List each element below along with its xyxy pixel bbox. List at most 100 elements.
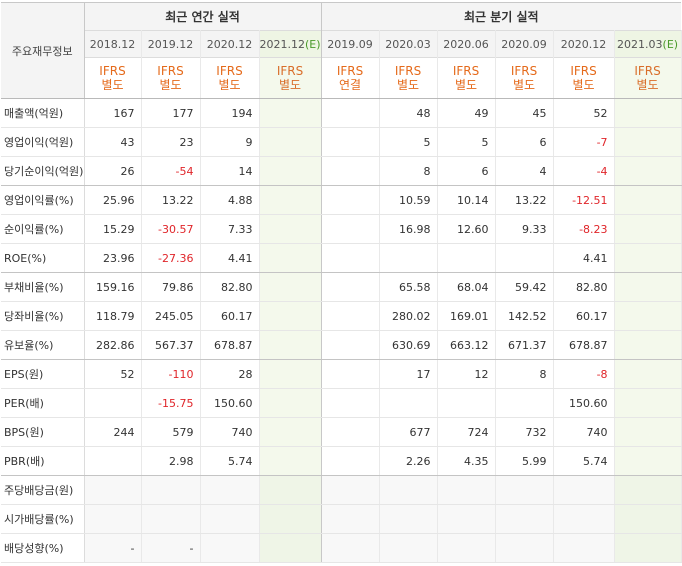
value-cell: -4 [553,156,615,186]
table-row: 영업이익률(%) 25.96 13.22 4.88 10.59 10.14 13.22 -12… [1,185,682,215]
period-header-row: 2018.12 2019.12 2020.12 2021.12(E) 2019.09 20… [1,30,682,58]
value-cell: 677 [379,417,438,447]
statement-type: 별도 [513,78,536,92]
table-row: 시가배당률(%) [1,504,682,534]
value-cell: 17 [379,359,438,389]
period-label: 2021.03 [617,37,663,51]
value-cell: 16.98 [379,214,438,244]
value-cell: 26 [84,156,142,186]
accounting-standard-cell: IFRS 별도 [259,57,322,99]
statement-type: 별도 [218,78,241,92]
value-cell [614,301,682,331]
value-cell: 6 [437,156,496,186]
value-cell: 52 [553,98,615,128]
period-header-2020-12: 2020.12 [553,30,615,58]
period-header-2021-12: 2021.12(E) [259,30,322,58]
value-cell: 59.42 [495,272,554,302]
table-row: PER(배) -15.75 150.60 150.60 [1,388,682,418]
value-cell: 724 [437,417,496,447]
standard-type: IFRS [634,64,661,78]
value-cell [495,504,554,534]
value-cell [614,127,682,157]
value-cell: 9.33 [495,214,554,244]
value-cell: 280.02 [379,301,438,331]
value-cell: 28 [200,359,260,389]
table-row: 배당성향(%) - - [1,533,682,563]
value-cell: -8.23 [553,214,615,244]
financial-summary-table: 주요재무정보 최근 연간 실적 최근 분기 실적 2018.12 2019.12 2… [1,2,682,563]
value-cell [259,388,322,418]
table-row: 순이익률(%) 15.29 -30.57 7.33 16.98 12.60 9.33 -8.2… [1,214,682,244]
standard-type: IFRS [510,64,538,78]
value-cell: 5 [437,127,496,157]
standard-type: IFRS [452,64,480,78]
value-cell: 678.87 [553,330,615,360]
value-cell: -8 [553,359,615,389]
value-cell: 23 [141,127,201,157]
value-cell [321,98,380,128]
standard-type: IFRS [157,64,184,78]
standard-type: IFRS [276,64,304,78]
value-cell: 6 [495,127,554,157]
value-cell [437,504,496,534]
row-label: 시가배당률(%) [1,504,85,534]
value-cell: 579 [141,417,201,447]
value-cell [321,127,380,157]
value-cell [495,388,554,418]
value-cell: 167 [84,98,142,128]
value-cell: 13.22 [141,185,201,215]
value-cell: 8 [379,156,438,186]
value-cell [321,388,380,418]
table-row: PBR(배) 2.98 5.74 2.26 4.35 5.99 5.74 [1,446,682,476]
statement-type: 별도 [572,78,595,92]
value-cell [614,388,682,418]
value-cell [321,417,380,447]
value-cell [614,214,682,244]
period-header-2021-03: 2021.03(E) [614,30,682,58]
value-cell: - [84,533,142,563]
row-label: 영업이익률(%) [1,185,85,215]
value-cell: 169.01 [437,301,496,331]
value-cell [614,272,682,302]
table-row: 영업이익(억원) 43 23 9 5 5 6 -7 [1,127,682,157]
row-label: 당좌비율(%) [1,301,85,331]
standard-type: IFRS [216,64,243,78]
value-cell: 14 [200,156,260,186]
period-header-2020-06: 2020.06 [437,30,496,58]
value-cell: 4.35 [437,446,496,476]
value-cell [141,475,201,505]
value-cell: 65.58 [379,272,438,302]
value-cell [614,504,682,534]
value-cell [437,243,496,273]
value-cell: 5.99 [495,446,554,476]
value-cell: 2.98 [141,446,201,476]
value-cell [259,98,322,128]
value-cell [259,156,322,186]
period-label: 2018.12 [89,37,136,51]
statement-type: 별도 [101,78,124,92]
statement-type: 별도 [278,78,302,92]
value-cell [379,475,438,505]
value-cell [321,214,380,244]
period-header-2020-03: 2020.03 [379,30,438,58]
value-cell: 150.60 [553,388,615,418]
accounting-standard-cell: IFRS 별도 [495,57,554,99]
value-cell: -110 [141,359,201,389]
table-row: 주당배당금(원) [1,475,682,505]
value-cell [614,185,682,215]
value-cell [321,504,380,534]
estimate-mark: (E) [662,37,679,51]
standard-type: IFRS [99,64,126,78]
period-label: 2020.12 [560,37,607,51]
value-cell [259,475,322,505]
value-cell: 10.59 [379,185,438,215]
value-cell [614,359,682,389]
value-cell: 82.80 [553,272,615,302]
value-cell: 12 [437,359,496,389]
value-cell: 45 [495,98,554,128]
value-cell: 194 [200,98,260,128]
value-cell [321,185,380,215]
value-cell: 159.16 [84,272,142,302]
statement-type: 별도 [159,78,182,92]
value-cell [321,330,380,360]
